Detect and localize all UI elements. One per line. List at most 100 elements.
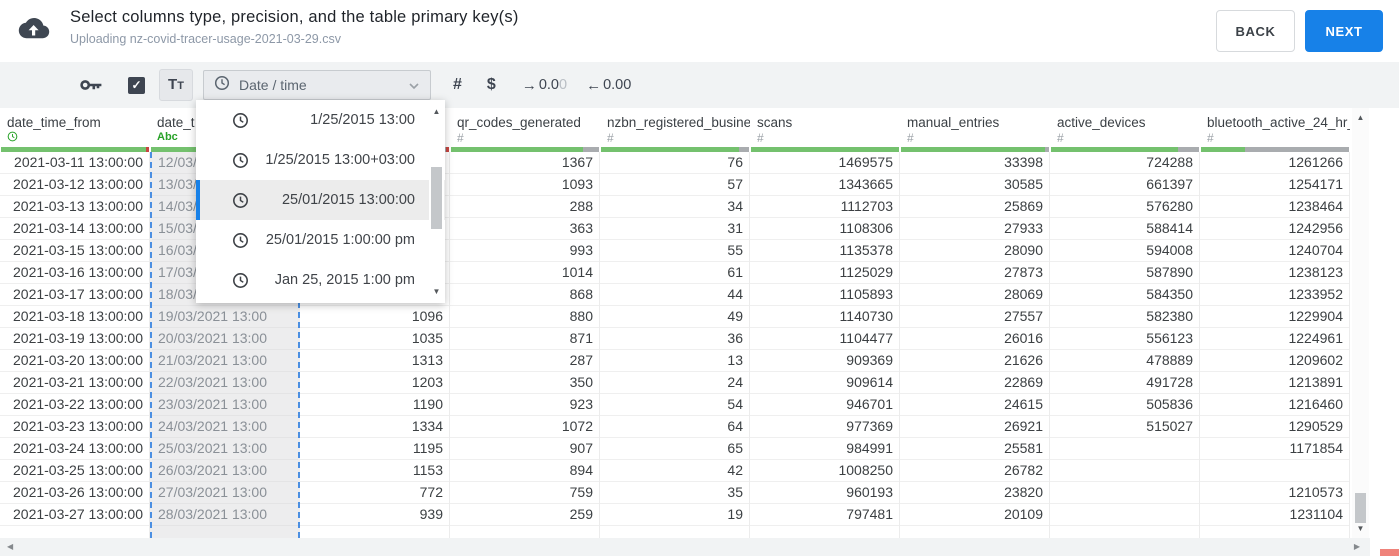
scroll-down-icon[interactable]: ▼ bbox=[429, 287, 444, 296]
add-decimal-button[interactable]: → 0.0 0 bbox=[522, 77, 567, 94]
table-cell: 1233952 bbox=[1200, 284, 1349, 306]
table-cell: 907 bbox=[450, 438, 599, 460]
table-cell: 2021-03-26 13:00:00 bbox=[0, 482, 149, 504]
date-format-option[interactable]: 1/25/2015 13:00 bbox=[196, 100, 445, 140]
primary-key-icon[interactable] bbox=[80, 78, 102, 92]
date-format-option[interactable]: 25/01/2015 13:00:00 bbox=[196, 180, 445, 220]
table-column[interactable]: bluetooth_active_24_hr_ #1261266 1254171 12… bbox=[1200, 108, 1350, 538]
right-arrow-icon: → bbox=[521, 76, 537, 94]
table-cell: 2021-03-11 13:00:00 bbox=[0, 152, 149, 174]
table-cell: 556123 bbox=[1050, 328, 1199, 350]
table-cell: 515027 bbox=[1050, 416, 1199, 438]
table-cell: 1105893 bbox=[750, 284, 899, 306]
table-cell: 1096 bbox=[300, 306, 449, 328]
table-cell bbox=[1050, 504, 1199, 526]
number-type-button[interactable]: # bbox=[453, 76, 462, 94]
date-format-select[interactable]: Date / time bbox=[203, 70, 431, 100]
table-cell: 34 bbox=[600, 196, 749, 218]
table-cell: 505836 bbox=[1050, 394, 1199, 416]
column-name: scans bbox=[757, 115, 793, 130]
vertical-scrollbar[interactable]: ▲ ▼ bbox=[1352, 108, 1369, 538]
date-format-option-label: 25/01/2015 1:00:00 pm bbox=[265, 232, 415, 248]
table-cell: 1035 bbox=[300, 328, 449, 350]
column-header[interactable]: manual_entries # bbox=[900, 108, 1050, 147]
table-cell: 363 bbox=[450, 218, 599, 240]
column-cells: 1469575 1343665 1112703 1108306 1135378 11250… bbox=[750, 152, 900, 538]
table-cell: 1171854 bbox=[1200, 438, 1349, 460]
horizontal-scrollbar[interactable]: ◀ ▶ bbox=[0, 538, 1370, 556]
dropdown-scrollbar-thumb[interactable] bbox=[431, 167, 442, 229]
scroll-left-icon[interactable]: ◀ bbox=[7, 538, 13, 556]
table-cell: 1343665 bbox=[750, 174, 899, 196]
table-column[interactable]: nzbn_registered_busine # 76 57 34 31 55 61 44 49 3… bbox=[600, 108, 750, 538]
table-cell: 42 bbox=[600, 460, 749, 482]
column-name: manual_entries bbox=[907, 115, 1000, 130]
vertical-scrollbar-thumb[interactable] bbox=[1355, 493, 1366, 523]
column-header[interactable]: active_devices # bbox=[1050, 108, 1200, 147]
clock-icon bbox=[233, 112, 248, 128]
currency-type-button[interactable]: $ bbox=[487, 76, 496, 94]
table-column[interactable]: qr_codes_generated #1367 1093 288 363 993 1014… bbox=[450, 108, 600, 538]
column-header[interactable]: qr_codes_generated # bbox=[450, 108, 600, 147]
table-cell: 76 bbox=[600, 152, 749, 174]
dropdown-scrollbar[interactable]: ▲ ▼ bbox=[429, 101, 444, 302]
scroll-down-icon[interactable]: ▼ bbox=[1352, 524, 1369, 533]
scroll-right-icon[interactable]: ▶ bbox=[1354, 538, 1360, 556]
date-format-option-label: 1/25/2015 13:00 bbox=[310, 112, 415, 128]
table-cell: 21/03/2021 13:00 bbox=[152, 350, 298, 372]
table-cell: 2021-03-14 13:00:00 bbox=[0, 218, 149, 240]
table-column[interactable]: active_devices #724288 661397 576280 588414 5… bbox=[1050, 108, 1200, 538]
table-cell: 909614 bbox=[750, 372, 899, 394]
table-cell: 772 bbox=[300, 482, 449, 504]
column-header[interactable]: nzbn_registered_busine # bbox=[600, 108, 750, 147]
table-cell: 24615 bbox=[900, 394, 1049, 416]
column-name: date_time_from bbox=[7, 115, 101, 130]
table-cell: 2021-03-16 13:00:00 bbox=[0, 262, 149, 284]
table-cell: 1093 bbox=[450, 174, 599, 196]
table-cell: 28069 bbox=[900, 284, 1049, 306]
back-button[interactable]: BACK bbox=[1216, 10, 1295, 52]
date-format-option[interactable]: 25/01/2015 1:00:00 pm bbox=[196, 220, 445, 260]
date-format-option-label: 25/01/2015 13:00:00 bbox=[281, 192, 415, 208]
text-type-button[interactable]: TT bbox=[159, 69, 193, 101]
chevron-down-icon bbox=[407, 79, 421, 98]
date-format-option[interactable]: 1/25/2015 13:00+03:00 bbox=[196, 140, 445, 180]
table-column[interactable]: manual_entries #33398 30585 25869 27933 28090… bbox=[900, 108, 1050, 538]
date-format-select-value: Date / time bbox=[239, 77, 307, 93]
table-cell bbox=[1050, 460, 1199, 482]
scroll-up-icon[interactable]: ▲ bbox=[1352, 113, 1369, 122]
page-title: Select columns type, precision, and the … bbox=[70, 8, 519, 26]
table-cell: 2021-03-27 13:00:00 bbox=[0, 504, 149, 526]
next-button[interactable]: NEXT bbox=[1305, 10, 1383, 52]
column-type-indicator: # bbox=[1207, 131, 1214, 145]
table-column[interactable]: scans # 1469575 1343665 1112703 1108306 113537… bbox=[750, 108, 900, 538]
column-header[interactable]: bluetooth_active_24_hr_ # bbox=[1200, 108, 1350, 147]
table-cell: 26016 bbox=[900, 328, 1049, 350]
table-cell: 1238464 bbox=[1200, 196, 1349, 218]
table-cell: 1213891 bbox=[1200, 372, 1349, 394]
column-cells: 76 57 34 31 55 61 44 49 36 13 24 54 64 65 42 35 19 bbox=[600, 152, 750, 538]
table-cell: 36 bbox=[600, 328, 749, 350]
boolean-type-checkbox[interactable]: ✓ bbox=[128, 76, 145, 94]
table-cell: 1140730 bbox=[750, 306, 899, 328]
date-format-option[interactable]: Jan 25, 2015 1:00 pm bbox=[196, 260, 445, 300]
table-cell: 2021-03-25 13:00:00 bbox=[0, 460, 149, 482]
table-cell: 1108306 bbox=[750, 218, 899, 240]
table-cell: 19 bbox=[600, 504, 749, 526]
page-heading: Select columns type, precision, and the … bbox=[70, 8, 519, 46]
table-cell: 19/03/2021 13:00 bbox=[152, 306, 298, 328]
column-type-indicator: # bbox=[907, 131, 914, 145]
clock-icon bbox=[233, 232, 248, 248]
table-column[interactable]: date_time_from 2021-03-11 13:00:00 2021-0… bbox=[0, 108, 150, 538]
table-cell: 1216460 bbox=[1200, 394, 1349, 416]
column-header[interactable]: date_time_from bbox=[0, 108, 150, 147]
column-header[interactable]: scans # bbox=[750, 108, 900, 147]
table-cell: 894 bbox=[450, 460, 599, 482]
table-cell: 2021-03-21 13:00:00 bbox=[0, 372, 149, 394]
upload-wizard-window: Select columns type, precision, and the … bbox=[0, 0, 1399, 560]
scroll-up-icon[interactable]: ▲ bbox=[429, 107, 444, 116]
clock-icon bbox=[233, 152, 248, 168]
column-type-indicator: # bbox=[1057, 131, 1064, 145]
table-cell: 1008250 bbox=[750, 460, 899, 482]
remove-decimal-button[interactable]: ← 0.00 bbox=[586, 77, 631, 94]
